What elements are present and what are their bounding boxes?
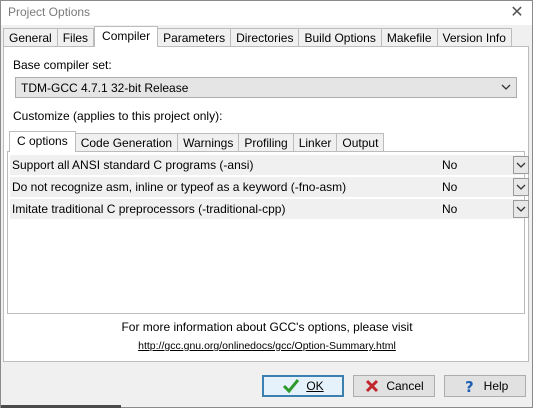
- tab-makefile[interactable]: Makefile: [381, 28, 438, 47]
- gcc-options-link[interactable]: http://gcc.gnu.org/onlinedocs/gcc/Option…: [4, 340, 530, 352]
- tab-general[interactable]: General: [3, 28, 58, 47]
- base-compiler-value: TDM-GCC 4.7.1 32-bit Release: [21, 81, 189, 95]
- chevron-down-icon: [500, 79, 512, 95]
- option-value[interactable]: No: [442, 158, 457, 172]
- top-tab-strip: General Files Compiler Parameters Direct…: [3, 26, 512, 47]
- c-options-grid: Support all ANSI standard C programs (-a…: [7, 151, 529, 314]
- tab-version-info[interactable]: Version Info: [437, 28, 512, 47]
- option-label: Imitate traditional C preprocessors (-tr…: [12, 202, 286, 216]
- base-compiler-select[interactable]: TDM-GCC 4.7.1 32-bit Release: [15, 77, 517, 98]
- cancel-x-icon: [364, 378, 380, 394]
- inner-tab-strip: C options Code Generation Warnings Profi…: [9, 131, 385, 152]
- option-value[interactable]: No: [442, 180, 457, 194]
- cancel-button[interactable]: Cancel: [353, 375, 435, 397]
- tab-c-options[interactable]: C options: [9, 131, 76, 152]
- close-icon[interactable]: ✕: [508, 4, 526, 22]
- info-text: For more information about GCC's options…: [121, 320, 413, 334]
- tab-output[interactable]: Output: [337, 133, 385, 152]
- compiler-panel: Base compiler set: TDM-GCC 4.7.1 32-bit …: [3, 46, 529, 362]
- option-label: Support all ANSI standard C programs (-a…: [12, 158, 254, 172]
- window-title: Project Options: [8, 5, 91, 19]
- chevron-down-icon[interactable]: [513, 156, 529, 174]
- ok-button[interactable]: OK: [262, 375, 344, 397]
- svg-text:?: ?: [465, 378, 474, 394]
- customize-label: Customize (applies to this project only)…: [13, 109, 223, 123]
- tab-code-generation[interactable]: Code Generation: [75, 133, 179, 152]
- cancel-label: Cancel: [386, 379, 424, 393]
- tab-profiling[interactable]: Profiling: [239, 133, 294, 152]
- chevron-down-icon[interactable]: [513, 178, 529, 196]
- help-button[interactable]: ? Help: [444, 375, 526, 397]
- option-row: Imitate traditional C preprocessors (-tr…: [10, 199, 529, 220]
- tab-parameters[interactable]: Parameters: [158, 28, 232, 47]
- option-row: Support all ANSI standard C programs (-a…: [10, 155, 529, 176]
- chevron-down-icon[interactable]: [513, 200, 529, 218]
- tab-warnings[interactable]: Warnings: [178, 133, 240, 152]
- checkmark-icon: [282, 378, 300, 394]
- tab-compiler[interactable]: Compiler: [94, 26, 159, 47]
- tab-linker[interactable]: Linker: [293, 133, 338, 152]
- project-options-dialog: Project Options ✕ General Files Compiler…: [0, 0, 533, 408]
- option-row: Do not recognize asm, inline or typeof a…: [10, 177, 529, 198]
- tab-directories[interactable]: Directories: [231, 28, 300, 47]
- base-compiler-label: Base compiler set:: [13, 58, 112, 72]
- title-bar: Project Options ✕: [1, 1, 532, 25]
- tab-files[interactable]: Files: [57, 28, 95, 47]
- help-question-icon: ?: [462, 378, 478, 394]
- option-value[interactable]: No: [442, 202, 457, 216]
- ok-label: OK: [306, 379, 324, 393]
- help-label: Help: [483, 379, 509, 393]
- option-label: Do not recognize asm, inline or typeof a…: [12, 180, 347, 194]
- tab-build-options[interactable]: Build Options: [299, 28, 382, 47]
